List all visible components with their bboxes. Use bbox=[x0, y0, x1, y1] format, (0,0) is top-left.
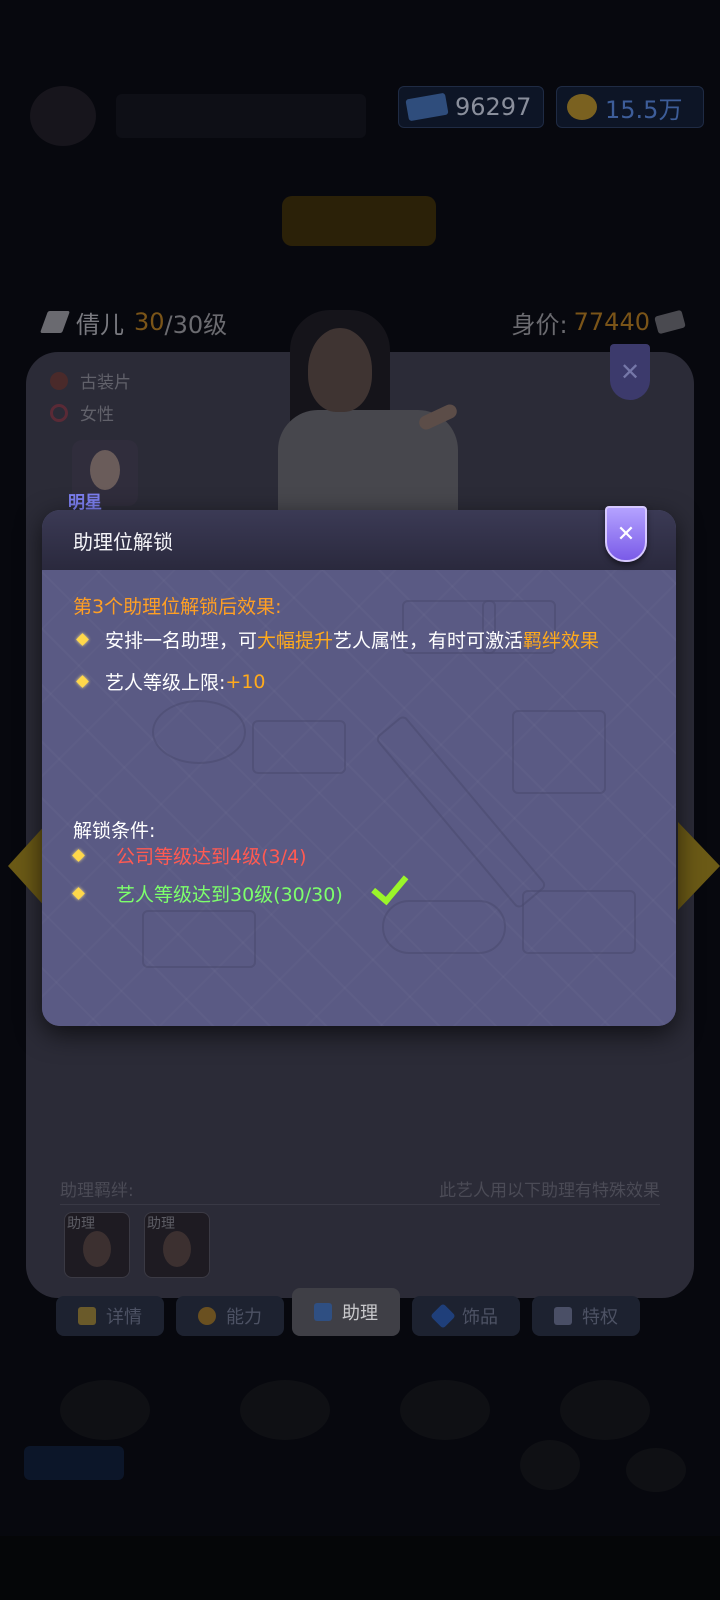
dialog-header: 助理位解锁 bbox=[42, 510, 676, 571]
tab-accessory: 饰品 bbox=[412, 1296, 520, 1336]
effect-item-assistant: 安排一名助理，可 大幅提升 艺人属性，有时可激活 羁绊效果 bbox=[76, 626, 599, 653]
cash-value: 96297 bbox=[455, 93, 532, 121]
gold-coin-icon bbox=[567, 94, 597, 120]
cash-counter: 96297 bbox=[398, 86, 544, 128]
diamond-icon bbox=[430, 1303, 456, 1329]
player-info-bar bbox=[116, 94, 366, 138]
tab-ability: 能力 bbox=[176, 1296, 284, 1336]
decor-camera bbox=[152, 700, 246, 764]
bullet-diamond-icon bbox=[72, 849, 85, 862]
decor-clapper bbox=[252, 720, 346, 774]
artist-name: 倩儿 bbox=[76, 310, 124, 339]
close-icon[interactable]: ✕ bbox=[605, 506, 647, 562]
condition-artist-level: 艺人等级达到30级(30/30) bbox=[72, 866, 409, 910]
event-banner bbox=[282, 196, 436, 246]
dialog-title: 助理位解锁 bbox=[73, 530, 173, 554]
cash-ticket-icon bbox=[405, 92, 449, 122]
condition-company-level: 公司等级达到4级(3/4) bbox=[72, 842, 307, 869]
artist-character-art bbox=[268, 300, 478, 520]
unlock-conditions-title: 解锁条件: bbox=[73, 820, 156, 842]
bond-note: 此艺人用以下助理有特殊效果 bbox=[439, 1181, 660, 1201]
artist-tabbar: 详情 能力 助理 饰品 特权 bbox=[56, 1288, 656, 1338]
gold-counter: 15.5万 bbox=[556, 86, 704, 128]
bottom-nav bbox=[0, 1536, 720, 1600]
bullet-diamond-icon bbox=[76, 633, 89, 646]
effect-item-level-cap: 艺人等级上限: +10 bbox=[76, 668, 266, 695]
cash-icon bbox=[654, 309, 686, 335]
tab-privilege: 特权 bbox=[532, 1296, 640, 1336]
gender-label: 女性 bbox=[80, 405, 114, 425]
rename-pen-icon bbox=[39, 311, 71, 333]
gold-value: 15.5万 bbox=[605, 95, 683, 124]
artist-level-max: /30级 bbox=[164, 310, 228, 339]
player-avatar bbox=[30, 86, 96, 146]
next-arrow-icon bbox=[678, 822, 720, 910]
bond-label: 助理羁绊: bbox=[60, 1181, 134, 1201]
decor-figure bbox=[512, 710, 606, 794]
helper-card: 助理 bbox=[144, 1212, 210, 1278]
assistant-unlock-dialog: 助理位解锁 第3个助理位解锁后效果: 安排一名助理，可 大幅提升 艺人属性，有时可激… bbox=[42, 510, 676, 1026]
assistant-icon bbox=[314, 1303, 332, 1321]
recruit-button-bg bbox=[24, 1446, 124, 1480]
decor-popcorn bbox=[382, 900, 506, 954]
female-icon bbox=[50, 403, 68, 422]
decor-exit-sign bbox=[142, 910, 256, 968]
megaphone-icon bbox=[554, 1307, 572, 1325]
divider bbox=[60, 1204, 660, 1205]
gender-tag: 女性 bbox=[50, 400, 114, 425]
helper-card: 助理 bbox=[64, 1212, 130, 1278]
bullet-diamond-icon bbox=[72, 886, 85, 900]
artist-worth-label: 身价: bbox=[511, 310, 568, 339]
panel-close-icon: ✕ bbox=[610, 344, 650, 400]
genre-label: 古装片 bbox=[80, 373, 131, 393]
tab-details: 详情 bbox=[56, 1296, 164, 1336]
decor-4k-tv bbox=[522, 890, 636, 954]
tab-assistant: 助理 bbox=[292, 1288, 400, 1336]
unlock-effect-title: 第3个助理位解锁后效果: bbox=[73, 596, 282, 618]
document-icon bbox=[78, 1307, 96, 1325]
bullet-diamond-icon bbox=[76, 675, 89, 688]
genre-tag: 古装片 bbox=[50, 368, 131, 393]
artist-level-current: 30 bbox=[134, 308, 165, 336]
ability-icon bbox=[198, 1307, 216, 1325]
artist-worth-value: 77440 bbox=[573, 308, 650, 336]
genre-icon bbox=[50, 371, 68, 390]
